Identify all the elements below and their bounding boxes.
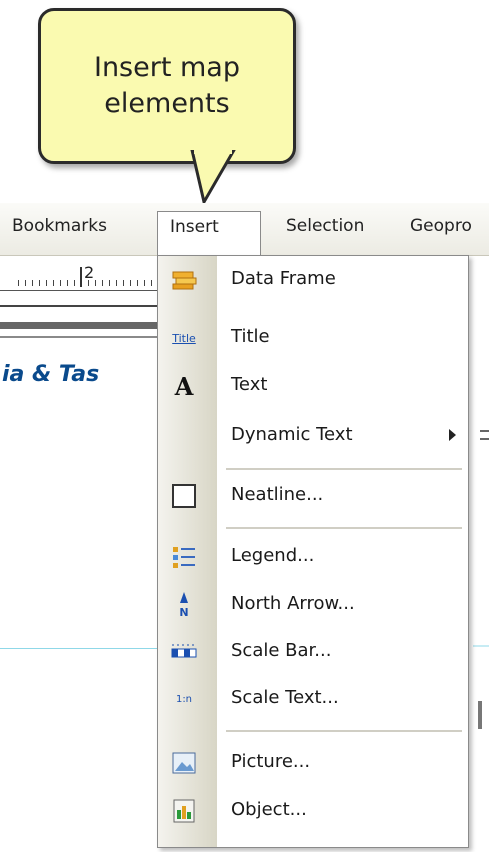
menu-separator	[226, 527, 462, 529]
neatline-icon	[169, 482, 199, 510]
menu-item-picture[interactable]: Picture...	[158, 743, 470, 783]
text-icon: A	[169, 371, 199, 401]
menu-item-title[interactable]: Title Title	[158, 318, 470, 358]
object-icon	[169, 797, 199, 825]
scale-bar-icon	[169, 638, 199, 666]
scale-text-icon-glyph: 1:n	[175, 693, 193, 705]
menu-separator	[226, 468, 462, 470]
ruler-number: 2	[84, 263, 95, 282]
menu-geoprocessing[interactable]: Geopro	[410, 216, 472, 236]
callout-bubble: Insert map elements	[38, 8, 296, 164]
title-icon: Title	[169, 324, 199, 352]
menu-item-label: Dynamic Text	[231, 424, 353, 445]
menu-item-text[interactable]: A Text	[158, 366, 470, 406]
map-title-fragment: ia & Tas	[2, 362, 100, 387]
title-icon-text: Title	[172, 331, 196, 345]
menu-item-data-frame[interactable]: Data Frame	[158, 260, 470, 300]
svg-text:N: N	[179, 606, 188, 619]
menu-item-label: Scale Text...	[231, 687, 339, 708]
menu-item-label: Picture...	[231, 751, 311, 772]
menu-item-label: North Arrow...	[231, 593, 355, 614]
layout-right-edge	[473, 430, 489, 729]
layout-guide-line	[0, 648, 160, 649]
menu-bar: Bookmarks Insert Selection Geopro	[0, 203, 489, 256]
menu-item-legend[interactable]: Legend...	[158, 537, 470, 577]
menu-item-label: Title	[231, 326, 270, 347]
menu-item-label: Scale Bar...	[231, 640, 332, 661]
callout-tail	[190, 150, 236, 207]
menu-item-neatline[interactable]: Neatline...	[158, 476, 470, 516]
callout-line-2: elements	[104, 88, 230, 119]
layout-line	[0, 305, 160, 307]
callout-line-1: Insert map	[93, 52, 240, 83]
picture-icon	[169, 749, 199, 777]
scale-text-icon: 1:n	[169, 685, 199, 713]
menu-item-object[interactable]: Object...	[158, 791, 470, 831]
menu-item-label: Text	[231, 374, 268, 395]
menu-item-label: Data Frame	[231, 268, 336, 289]
menu-item-dynamic-text[interactable]: Dynamic Text	[158, 416, 470, 456]
text-icon-glyph: A	[174, 371, 194, 401]
menu-item-label: Neatline...	[231, 484, 324, 505]
menu-item-north-arrow[interactable]: N North Arrow...	[158, 585, 470, 625]
menu-item-label: Legend...	[231, 545, 315, 566]
data-frame-icon	[169, 266, 199, 294]
menu-item-scale-text[interactable]: 1:n Scale Text...	[158, 679, 470, 719]
menu-insert[interactable]: Insert	[157, 211, 261, 256]
layout-line	[0, 336, 160, 338]
menu-item-label: Object...	[231, 799, 307, 820]
menu-bookmarks[interactable]: Bookmarks	[12, 216, 107, 236]
ruler-mark	[80, 267, 82, 287]
north-arrow-icon: N	[169, 591, 199, 619]
menu-item-scale-bar[interactable]: Scale Bar...	[158, 632, 470, 672]
menu-separator	[226, 730, 462, 732]
submenu-arrow-icon	[449, 429, 456, 441]
layout-border	[0, 322, 160, 329]
legend-icon	[169, 543, 199, 571]
insert-dropdown-menu: Data Frame Title Title A Text Dynamic Te…	[157, 255, 469, 848]
menu-selection[interactable]: Selection	[286, 216, 364, 236]
ruler: 2	[0, 257, 160, 291]
